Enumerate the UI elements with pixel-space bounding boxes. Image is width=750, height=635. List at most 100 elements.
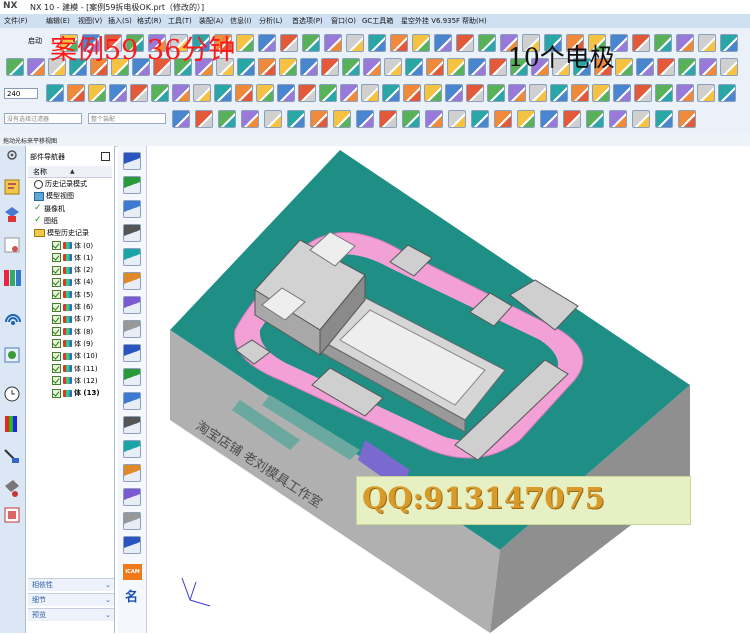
tree-item[interactable]: 体 (7) [52,314,93,324]
toolbar-tool-icon[interactable] [654,34,672,52]
toolbar-tool-icon[interactable] [346,34,364,52]
toolbar-tool-icon[interactable] [333,110,351,128]
toolbar-tool-icon[interactable] [287,110,305,128]
toolbar-tool-icon[interactable] [613,84,631,102]
tree-item[interactable]: ✓ 图纸 [34,216,58,226]
toolbar-tool-icon[interactable] [425,110,443,128]
toolbar-tool-icon[interactable] [241,110,259,128]
menu-preferences[interactable]: 首选项(P) [292,16,323,26]
toolbar-tool-icon[interactable] [361,84,379,102]
icam-button[interactable]: ICAM [123,564,142,580]
toolbar-tool-icon[interactable] [657,58,675,76]
toolbar-tool-icon[interactable] [390,34,408,52]
toolbar-tool-icon[interactable] [634,84,652,102]
vertical-tool-icon[interactable] [123,344,141,362]
sort-arrow-icon[interactable]: ▲ [70,168,75,175]
tree-item[interactable]: 体 (12) [52,376,98,386]
tree-item[interactable]: 体 (1) [52,253,93,263]
toolbar-tool-icon[interactable] [236,34,254,52]
toolbar-tool-icon[interactable] [258,34,276,52]
toolbar-tool-icon[interactable] [363,58,381,76]
tree-item[interactable]: 体 (11) [52,364,98,374]
graphics-viewport[interactable]: 淘宝店铺 老刘模具工作室 [147,146,750,633]
tree-item[interactable]: 体 (8) [52,327,93,337]
vertical-tool-icon[interactable] [123,296,141,314]
toolbar-tool-icon[interactable] [563,110,581,128]
toolbar-tool-icon[interactable] [678,110,696,128]
toolbar-tool-icon[interactable] [319,84,337,102]
checkbox-icon[interactable] [52,388,61,398]
vertical-tool-icon[interactable] [123,440,141,458]
menu-window[interactable]: 窗口(O) [331,16,356,26]
toolbar-tool-icon[interactable] [655,84,673,102]
toolbar-tool-icon[interactable] [214,84,232,102]
toolbar-tool-icon[interactable] [264,110,282,128]
tree-item[interactable]: 体 (10) [52,351,98,361]
toolbar-tool-icon[interactable] [434,34,452,52]
toolbar-tool-icon[interactable] [342,58,360,76]
toolbar-tool-icon[interactable] [494,110,512,128]
toolbar-tool-icon[interactable] [632,34,650,52]
toolbar-tool-icon[interactable] [676,84,694,102]
toolbar-tool-icon[interactable] [258,58,276,76]
toolbar-tool-icon[interactable] [529,84,547,102]
checkbox-icon[interactable] [52,302,61,312]
selection-filter-select[interactable]: 没有选择过滤器 [4,113,82,124]
checkbox-icon[interactable] [52,253,61,263]
checkbox-icon[interactable] [52,327,61,337]
details-section[interactable]: 细节 ⌄ [28,593,114,606]
menu-help[interactable]: 帮助(H) [462,16,487,26]
toolbar-tool-icon[interactable] [412,34,430,52]
menu-info[interactable]: 信息(I) [230,16,252,26]
toolbar-tool-icon[interactable] [302,34,320,52]
toolbar-tool-icon[interactable] [655,110,673,128]
toolbar-tool-icon[interactable] [592,84,610,102]
tree-item[interactable]: 模型历史记录 [34,228,89,238]
menu-view[interactable]: 视图(V) [78,16,102,26]
toolbar-tool-icon[interactable] [540,110,558,128]
toolbar-tool-icon[interactable] [403,84,421,102]
toolbar-tool-icon[interactable] [487,84,505,102]
toolbar-tool-icon[interactable] [471,110,489,128]
toolbar-tool-icon[interactable] [384,58,402,76]
toolbar-tool-icon[interactable] [718,84,736,102]
vertical-tool-icon[interactable] [123,488,141,506]
dependencies-section[interactable]: 相依性 ⌄ [28,578,114,591]
toolbar-tool-icon[interactable] [277,84,295,102]
toolbar-tool-icon[interactable] [67,84,85,102]
toolbar-tool-icon[interactable] [235,84,253,102]
toolbar-tool-icon[interactable] [698,34,716,52]
toolbar-tool-icon[interactable] [426,58,444,76]
vertical-tool-icon[interactable] [123,368,141,386]
checkbox-icon[interactable] [52,290,61,300]
toolbar-tool-icon[interactable] [447,58,465,76]
toolbar-tool-icon[interactable] [636,58,654,76]
tree-item[interactable]: 体 (4) [52,277,93,287]
vertical-tool-icon[interactable] [123,248,141,266]
menu-xingkong-plugin[interactable]: 星空外挂 V6.935F [401,16,460,26]
toolbar-tool-icon[interactable] [298,84,316,102]
checkbox-icon[interactable] [52,364,61,373]
toolbar-tool-icon[interactable] [88,84,106,102]
vertical-tool-icon[interactable] [123,416,141,434]
toolbar-tool-icon[interactable] [720,58,738,76]
checkbox-icon[interactable] [52,277,61,287]
toolbar-tool-icon[interactable] [172,84,190,102]
toolbar-tool-icon[interactable] [368,34,386,52]
toolbar-tool-icon[interactable] [699,58,717,76]
start-button[interactable]: 启动 [28,36,42,46]
toolbar-tool-icon[interactable] [46,84,64,102]
vertical-tool-icon[interactable] [123,200,141,218]
toolbar-tool-icon[interactable] [678,58,696,76]
vertical-tool-icon[interactable] [123,536,141,554]
size-select[interactable]: 240 [4,88,38,99]
checkbox-icon[interactable] [52,351,61,361]
toolbar-tool-icon[interactable] [720,34,738,52]
toolbar-tool-icon[interactable] [517,110,535,128]
checkbox-icon[interactable] [52,241,61,250]
toolbar-tool-icon[interactable] [27,58,45,76]
tree-item[interactable]: 体 (5) [52,290,93,300]
toolbar-tool-icon[interactable] [697,84,715,102]
toolbar-tool-icon[interactable] [193,84,211,102]
menu-edit[interactable]: 编辑(E) [46,16,70,26]
